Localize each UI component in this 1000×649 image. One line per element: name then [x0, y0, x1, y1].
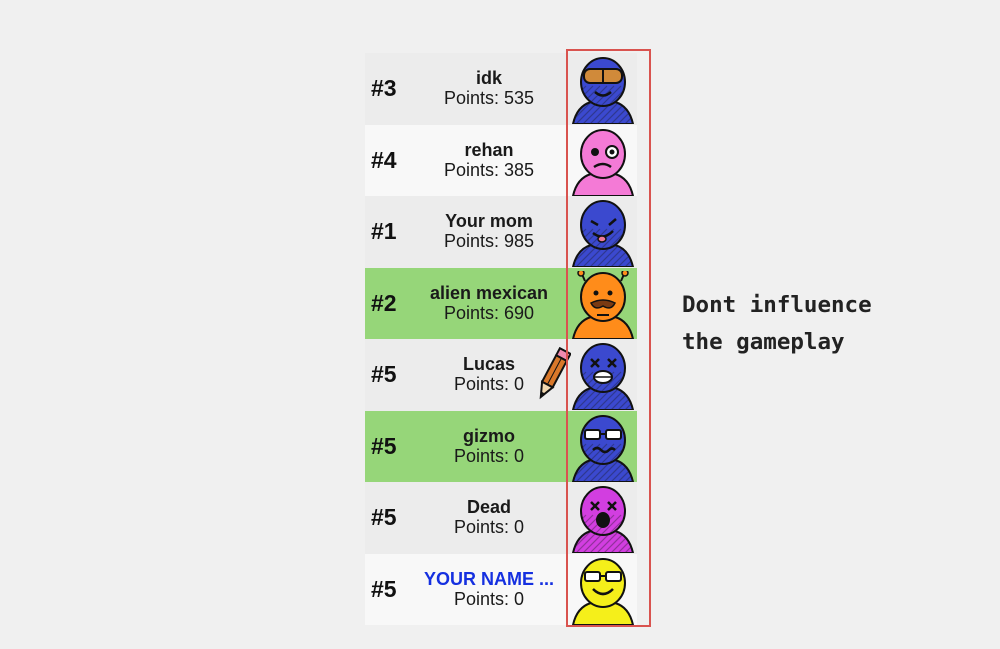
- player-points: Points: 385: [443, 159, 535, 180]
- player-rank: #5: [371, 504, 397, 531]
- player-info: Your mom Points: 985: [415, 196, 563, 268]
- player-rank: #5: [371, 432, 397, 459]
- player-points: Points: 0: [453, 445, 525, 466]
- player-info: gizmo Points: 0: [415, 411, 563, 483]
- player-points: Points: 0: [453, 588, 525, 609]
- own-player-name: YOUR NAME ...: [423, 568, 554, 589]
- player-name: Lucas: [462, 354, 516, 375]
- player-name: Dead: [466, 497, 511, 518]
- player-info: idk Points: 535: [415, 53, 563, 125]
- player-points: Points: 0: [453, 374, 525, 395]
- player-name: gizmo: [463, 425, 515, 446]
- player-name: alien mexican: [429, 282, 549, 303]
- player-rank: #5: [371, 575, 397, 602]
- annotation-line-2: the gameplay: [682, 329, 845, 355]
- player-name: idk: [475, 68, 502, 89]
- player-points: Points: 690: [443, 302, 535, 323]
- player-points: Points: 535: [443, 88, 535, 109]
- player-points: Points: 985: [443, 231, 535, 252]
- player-info: rehan Points: 385: [415, 125, 563, 197]
- player-name: Your mom: [445, 211, 533, 232]
- player-info: Dead Points: 0: [415, 482, 563, 554]
- player-info: alien mexican Points: 690: [415, 268, 563, 340]
- player-rank: #4: [371, 146, 397, 173]
- player-name: rehan: [464, 139, 514, 160]
- player-rank: #5: [371, 361, 397, 388]
- player-rank: #1: [371, 218, 397, 245]
- player-points: Points: 0: [453, 517, 525, 538]
- player-rank: #3: [371, 75, 397, 102]
- avatar-column-highlight-box: [566, 49, 651, 627]
- player-info: YOUR NAME ... Points: 0: [415, 554, 563, 626]
- annotation-line-1: Dont influence: [682, 292, 872, 318]
- annotation-note: Dont influence the gameplay: [682, 287, 982, 361]
- player-rank: #2: [371, 289, 397, 316]
